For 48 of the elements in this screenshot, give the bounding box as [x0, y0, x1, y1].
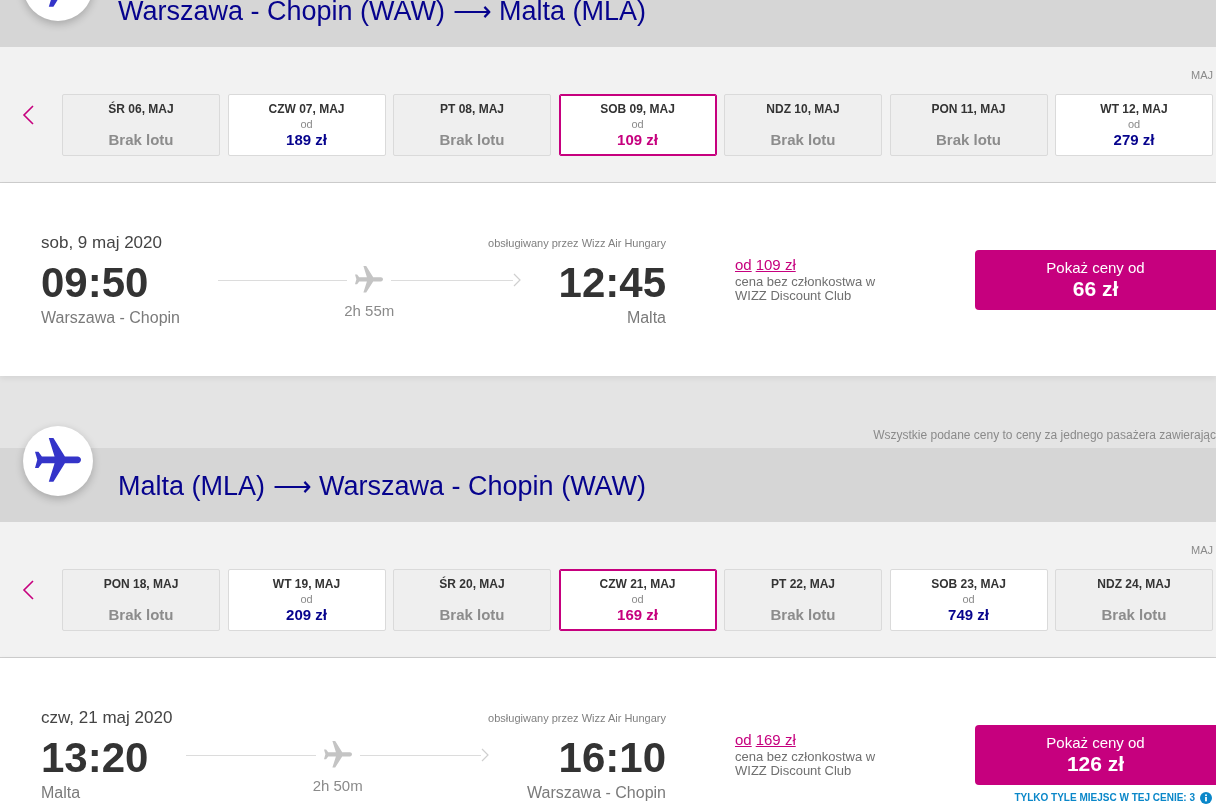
operator-text: obsługiwany przez Wizz Air Hungary	[488, 236, 666, 250]
show-prices-button[interactable]: Pokaż ceny od 66 zł	[975, 250, 1216, 310]
airplane-icon	[355, 266, 384, 294]
from-link[interactable]: od	[735, 255, 752, 275]
date-tab[interactable]: ŚR 20, MAJ Brak lotu	[393, 569, 551, 631]
date-tab[interactable]: PT 08, MAJ Brak lotu	[393, 94, 551, 156]
date-tab[interactable]: SOB 09, MAJ od 109 zł	[558, 94, 717, 156]
date-tab[interactable]: WT 19, MAJ od 209 zł	[227, 569, 386, 631]
flight-date: czw, 21 maj 2020	[41, 708, 173, 728]
operator-text: obsługiwany przez Wizz Air Hungary	[488, 711, 666, 725]
month-label: MAJ	[1191, 543, 1213, 557]
date-tab[interactable]: SOB 23, MAJ od 749 zł	[889, 569, 1048, 631]
price-note: cena bez członkostwa w WIZZ Discount Club	[735, 275, 877, 303]
departure-airport: Warszawa - Chopin	[41, 308, 180, 328]
route-title: Malta (MLA) ⟶ Warszawa - Chopin (WAW)	[118, 471, 647, 501]
date-tab[interactable]: ŚR 06, MAJ Brak lotu	[62, 94, 220, 156]
date-tab[interactable]: NDZ 24, MAJ Brak lotu	[1055, 569, 1213, 631]
date-tab[interactable]: WT 12, MAJ od 279 zł	[1055, 94, 1213, 156]
airplane-icon	[23, 426, 93, 496]
from-link[interactable]: od	[735, 730, 752, 750]
arrival-airport: Malta	[626, 308, 666, 328]
month-label: MAJ	[1191, 68, 1213, 82]
flight-duration: 2h 55m	[344, 302, 395, 320]
chevron-left-icon[interactable]	[22, 105, 34, 125]
arrival-time: 12:45	[558, 261, 666, 305]
flight-duration: 2h 50m	[312, 777, 363, 795]
date-tab[interactable]: CZW 07, MAJ od 189 zł	[227, 94, 386, 156]
info-icon	[1200, 792, 1212, 804]
price-notice: Wszystkie podane ceny to ceny za jednego pasażera zawierając	[873, 428, 1216, 442]
price-link[interactable]: 109 zł	[755, 255, 796, 275]
departure-time: 13:20	[41, 736, 149, 780]
date-tab[interactable]: NDZ 10, MAJ Brak lotu	[724, 94, 882, 156]
airplane-icon	[323, 741, 352, 769]
date-tab[interactable]: PT 22, MAJ Brak lotu	[724, 569, 882, 631]
chevron-left-icon[interactable]	[22, 580, 34, 600]
date-tab[interactable]: CZW 21, MAJ od 169 zł	[558, 569, 717, 631]
date-tab[interactable]: PON 18, MAJ Brak lotu	[62, 569, 220, 631]
date-tab[interactable]: PON 11, MAJ Brak lotu	[889, 94, 1048, 156]
seats-left-notice: TYLKO TYLE MIEJSC W TEJ CENIE: 3	[1014, 791, 1195, 805]
departure-time: 09:50	[41, 261, 149, 305]
arrival-time: 16:10	[558, 736, 666, 780]
price-note: cena bez członkostwa w WIZZ Discount Club	[735, 750, 877, 778]
flight-date: sob, 9 maj 2020	[41, 233, 162, 253]
price-link[interactable]: 169 zł	[755, 730, 796, 750]
departure-airport: Malta	[41, 783, 81, 803]
route-title: Warszawa - Chopin (WAW) ⟶ Malta (MLA)	[118, 0, 647, 26]
show-prices-button[interactable]: Pokaż ceny od 126 zł	[975, 725, 1216, 785]
arrival-airport: Warszawa - Chopin	[527, 783, 666, 803]
